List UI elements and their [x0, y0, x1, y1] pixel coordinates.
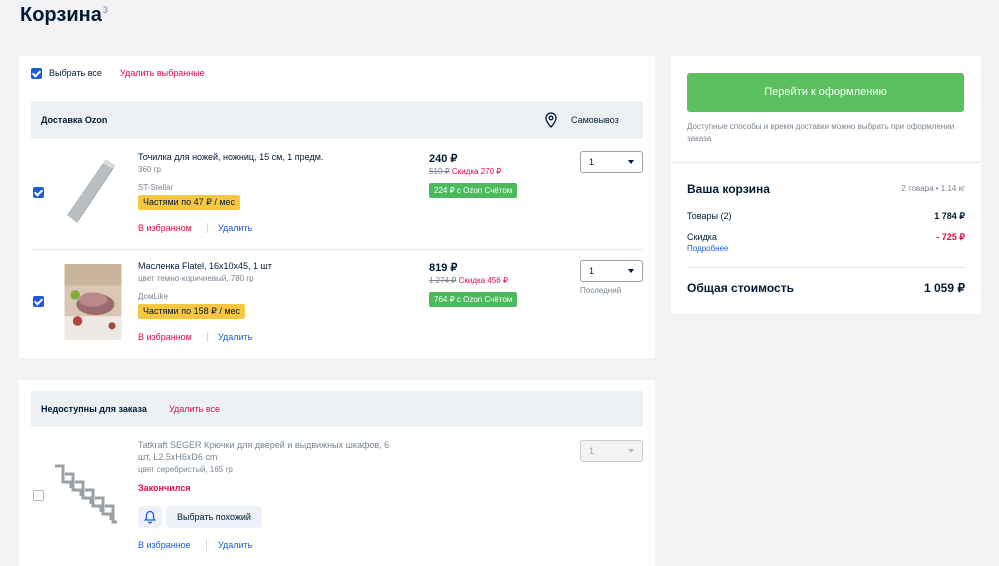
summary-panel: Перейти к оформлению Доступные способы и… — [671, 56, 981, 314]
goods-label: Товары (2) — [687, 211, 732, 221]
delivery-group-header: Доставка Ozon Самовывоз — [31, 101, 643, 139]
delete-all-link[interactable]: Удалить все — [169, 404, 220, 414]
product-meta: цвет темно-коричневый, 780 гр — [138, 274, 254, 283]
product-meta: 360 гр — [138, 165, 161, 174]
delete-item-link[interactable]: Удалить — [218, 332, 252, 342]
unavailable-panel: Недоступны для заказа Удалить все Tatkra… — [19, 380, 655, 566]
cart-count: 3 — [102, 5, 108, 15]
page-title: Корзина3 — [20, 4, 108, 26]
discount-label: Скидка — [687, 232, 717, 242]
favorite-link[interactable]: В избранном — [138, 332, 192, 342]
installment-badge: Частями по 158 ₽ / мес — [138, 304, 246, 319]
favorite-link[interactable]: В избранном — [138, 223, 192, 233]
delivery-group-title: Доставка Ozon — [41, 115, 108, 125]
product-name[interactable]: Точилка для ножей, ножниц, 15 см, 1 пред… — [138, 152, 323, 162]
item-checkbox[interactable] — [33, 296, 44, 307]
divider — [671, 162, 981, 163]
checkout-button[interactable]: Перейти к оформлению — [687, 73, 964, 112]
seller-name[interactable]: ДомLike — [138, 292, 168, 301]
ozon-card-price-badge: 764 ₽ с Ozon Счётом — [429, 292, 518, 307]
product-name-line2[interactable]: шт, L2.5xH6xD6 cm — [138, 452, 217, 462]
unavailable-group-header: Недоступны для заказа Удалить все — [31, 391, 643, 427]
product-image-butter-dish[interactable] — [59, 264, 127, 340]
quantity-select: 1 — [580, 440, 643, 462]
delete-item-link[interactable]: Удалить — [218, 540, 252, 550]
product-image-sharpener[interactable] — [59, 155, 127, 231]
quantity-select[interactable]: 1 — [580, 151, 643, 173]
notify-button[interactable] — [138, 506, 162, 528]
product-name[interactable]: Масленка Flatel, 16x10x45, 1 шт — [138, 261, 272, 271]
summary-title: Ваша корзина — [687, 182, 770, 196]
item-checkbox[interactable] — [33, 490, 44, 501]
select-all-label[interactable]: Выбрать все — [49, 68, 102, 78]
goods-value: 1 784 ₽ — [934, 211, 965, 221]
unavailable-title: Недоступны для заказа — [41, 404, 147, 414]
divider — [31, 249, 643, 250]
item-price: 819 ₽ — [429, 262, 458, 274]
delete-selected-link[interactable]: Удалить выбранные — [120, 68, 205, 78]
cart-panel: Выбрать все Удалить выбранные Доставка O… — [19, 56, 655, 358]
item-checkbox[interactable] — [33, 187, 44, 198]
ozon-card-price-badge: 224 ₽ с Ozon Счётом — [429, 183, 518, 198]
installment-badge: Частями по 47 ₽ / мес — [138, 195, 241, 210]
discount-value: - 725 ₽ — [936, 232, 965, 242]
chevron-down-icon — [628, 160, 634, 164]
choose-similar-button[interactable]: Выбрать похожий — [166, 506, 262, 528]
divider — [206, 540, 207, 550]
product-name[interactable]: Tatkraft SEGER Крючки для дверей и выдви… — [138, 440, 389, 450]
details-link[interactable]: Подробнее — [687, 244, 729, 253]
location-pin-icon — [545, 112, 557, 128]
delete-item-link[interactable]: Удалить — [218, 223, 252, 233]
quantity-select[interactable]: 1 — [580, 260, 643, 282]
divider — [207, 223, 208, 233]
select-all-checkbox[interactable] — [31, 68, 42, 79]
chevron-down-icon — [628, 449, 634, 453]
divider — [687, 267, 965, 268]
total-value: 1 059 ₽ — [924, 281, 965, 295]
old-price-line: 1 274 ₽ Скидка 456 ₽ — [429, 276, 508, 285]
summary-weight: 2 товара • 1.14 кг — [901, 184, 965, 193]
item-price: 240 ₽ — [429, 153, 458, 165]
divider — [207, 332, 208, 342]
stock-note: Последний — [580, 286, 622, 295]
delivery-note: Доступные способы и время доставки можно… — [687, 122, 955, 143]
product-image-hooks[interactable] — [51, 458, 119, 534]
total-label: Общая стоимость — [687, 281, 794, 295]
chevron-down-icon — [628, 269, 634, 273]
product-meta: цвет серебристый, 165 гр — [138, 465, 233, 474]
pickup-label[interactable]: Самовывоз — [571, 115, 619, 125]
bell-icon — [144, 510, 156, 524]
out-of-stock-label: Закончился — [138, 483, 191, 493]
old-price-line: 510 ₽ Скидка 270 ₽ — [429, 167, 502, 176]
seller-name[interactable]: ST-Stellar — [138, 183, 173, 192]
favorite-link[interactable]: В избранное — [138, 540, 191, 550]
